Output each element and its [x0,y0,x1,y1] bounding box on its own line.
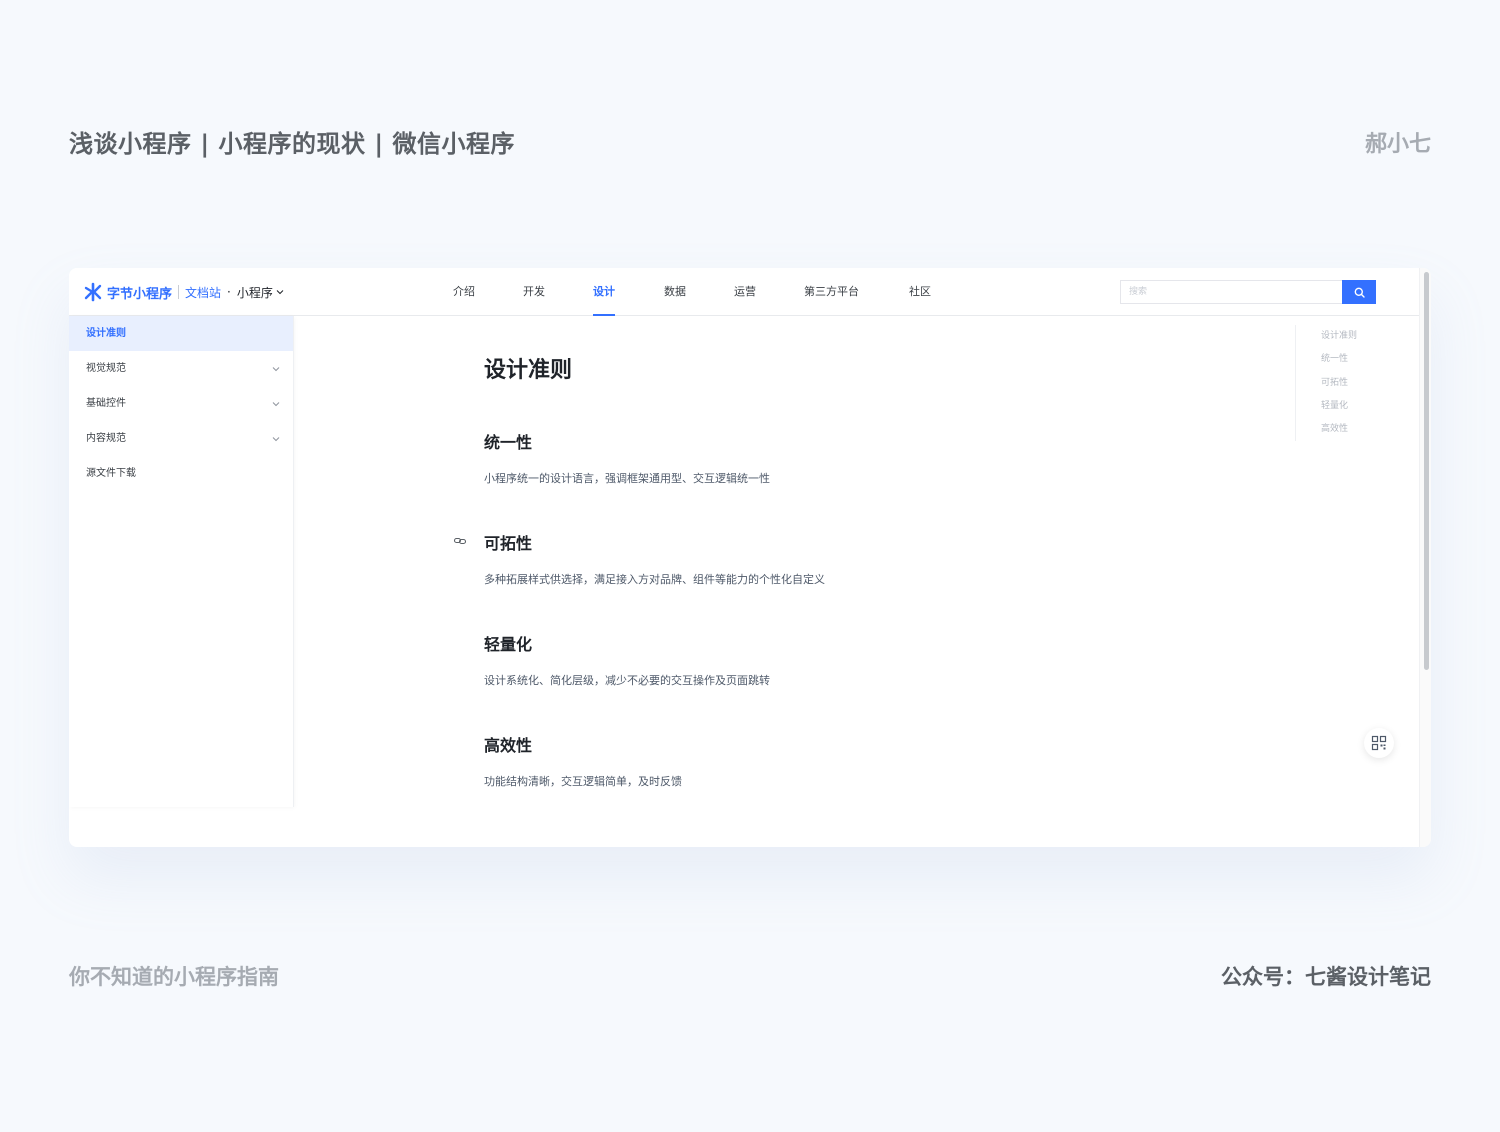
sidebar-item-content-spec[interactable]: 内容规范 [69,421,293,456]
link-icon[interactable] [453,534,467,548]
qr-code-icon [1371,735,1387,751]
section-desc: 功能结构清晰，交互逻辑简单，及时反馈 [484,775,682,788]
scrollbar-thumb[interactable] [1424,272,1429,670]
brand-dot: · [227,285,231,299]
sidebar-item-source-download[interactable]: 源文件下载 [69,456,293,491]
slide-footer-right: 公众号：七酱设计笔记 [1221,965,1431,989]
nav-tab-design[interactable]: 设计 [593,268,615,316]
section-efficiency: 高效性 功能结构清晰，交互逻辑简单，及时反馈 [484,732,1184,789]
chevron-down-icon [272,367,280,372]
section-title: 高效性 [484,736,533,755]
section-title: 可拓性 [484,534,533,553]
sidebar-item-label: 视觉规范 [86,363,126,374]
section-title: 统一性 [484,433,533,452]
brand[interactable]: 字节小程序 文档站 · 小程序 [83,282,284,302]
slide-author: 郝小七 [1364,132,1431,157]
product-switcher-label: 小程序 [236,285,273,300]
search-box [1120,280,1376,304]
scrollbar[interactable] [1419,268,1431,847]
brand-name: 字节小程序 [107,286,173,302]
search-input[interactable] [1120,280,1342,304]
qr-code-button[interactable] [1364,728,1394,758]
slide-footer-left: 你不知道的小程序指南 [69,965,279,989]
section-desc: 多种拓展样式供选择，满足接入方对品牌、组件等能力的个性化自定义 [484,573,825,586]
table-of-contents: 设计准则 统一性 可拓性 轻量化 高效性 [1295,325,1395,442]
nav-tab-develop[interactable]: 开发 [523,268,545,316]
chevron-down-icon [272,402,280,407]
search-button[interactable] [1342,280,1376,304]
brand-divider [178,285,180,299]
bytedance-miniapp-logo-icon [84,282,102,302]
search-icon [1354,287,1365,298]
page-title: 设计准则 [484,358,573,383]
toc-item-efficiency[interactable]: 高效性 [1296,418,1395,441]
top-navigation-bar: 字节小程序 文档站 · 小程序 介绍 开发 设计 数据 运营 第三方平台 社区 [69,268,1419,316]
sidebar-item-label: 内容规范 [86,433,126,444]
toc-item-lightweight[interactable]: 轻量化 [1296,395,1395,418]
browser-window: 字节小程序 文档站 · 小程序 介绍 开发 设计 数据 运营 第三方平台 社区 [69,268,1431,847]
sidebar-item-visual-spec[interactable]: 视觉规范 [69,351,293,386]
sidebar-item-basic-controls[interactable]: 基础控件 [69,386,293,421]
chevron-down-icon [272,437,280,442]
slide-title: 浅谈小程序 | 小程序的现状 | 微信小程序 [69,130,515,158]
toc-item-design-principles[interactable]: 设计准则 [1296,325,1395,348]
nav-tab-data[interactable]: 数据 [664,268,686,316]
doc-site-link[interactable]: 文档站 [185,284,221,301]
section-desc: 设计系统化、简化层级，减少不必要的交互操作及页面跳转 [484,674,770,687]
product-switcher[interactable]: 小程序 [237,284,284,301]
nav-tab-third-party[interactable]: 第三方平台 [804,268,859,316]
chevron-down-icon [276,290,284,295]
sidebar-item-design-principles[interactable]: 设计准则 [69,316,293,351]
nav-tab-community[interactable]: 社区 [909,268,931,316]
section-desc: 小程序统一的设计语言，强调框架通用型、交互逻辑统一性 [484,472,770,485]
section-unity: 统一性 小程序统一的设计语言，强调框架通用型、交互逻辑统一性 [484,429,1184,486]
nav-tab-operations[interactable]: 运营 [734,268,756,316]
toc-item-unity[interactable]: 统一性 [1296,348,1395,371]
section-extensibility: 可拓性 多种拓展样式供选择，满足接入方对品牌、组件等能力的个性化自定义 [453,530,1184,587]
toc-item-extensibility[interactable]: 可拓性 [1296,372,1395,395]
sidebar-item-label: 设计准则 [86,328,126,339]
sidebar: 设计准则 视觉规范 基础控件 内容规范 源文件下载 [69,316,294,807]
nav-tab-intro[interactable]: 介绍 [453,268,475,316]
section-title: 轻量化 [484,635,533,654]
section-lightweight: 轻量化 设计系统化、简化层级，减少不必要的交互操作及页面跳转 [484,631,1184,688]
sidebar-item-label: 源文件下载 [86,468,136,479]
sidebar-item-label: 基础控件 [86,398,126,409]
